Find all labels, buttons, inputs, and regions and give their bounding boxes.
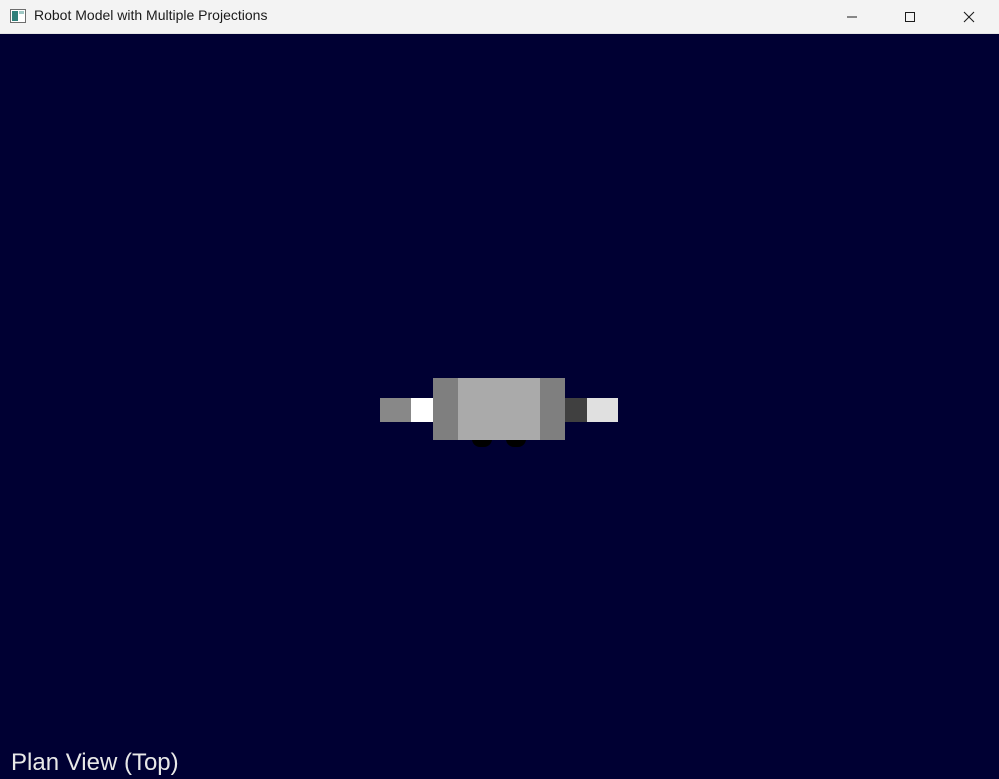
opengl-viewport[interactable]: Plan View (Top) bbox=[0, 34, 999, 779]
close-icon bbox=[963, 11, 975, 22]
window-title: Robot Model with Multiple Projections bbox=[34, 7, 268, 23]
app-window: Robot Model with Multiple Projections Pl… bbox=[0, 0, 999, 779]
robot-left-hand bbox=[411, 398, 433, 422]
robot-torso bbox=[458, 378, 540, 440]
minimize-button[interactable] bbox=[823, 0, 881, 33]
robot-right-hand bbox=[587, 398, 618, 422]
title-bar[interactable]: Robot Model with Multiple Projections bbox=[0, 0, 999, 34]
maximize-icon bbox=[905, 11, 915, 22]
minimize-icon bbox=[847, 16, 857, 17]
robot-left-arm bbox=[380, 398, 411, 422]
robot-right-arm-joint bbox=[565, 398, 587, 422]
close-button[interactable] bbox=[940, 0, 998, 33]
robot-right-shoulder bbox=[540, 378, 565, 440]
robot-left-shoulder bbox=[433, 378, 458, 440]
view-label: Plan View (Top) bbox=[11, 749, 179, 776]
maximize-button[interactable] bbox=[881, 0, 939, 33]
app-window-icon bbox=[10, 9, 26, 23]
